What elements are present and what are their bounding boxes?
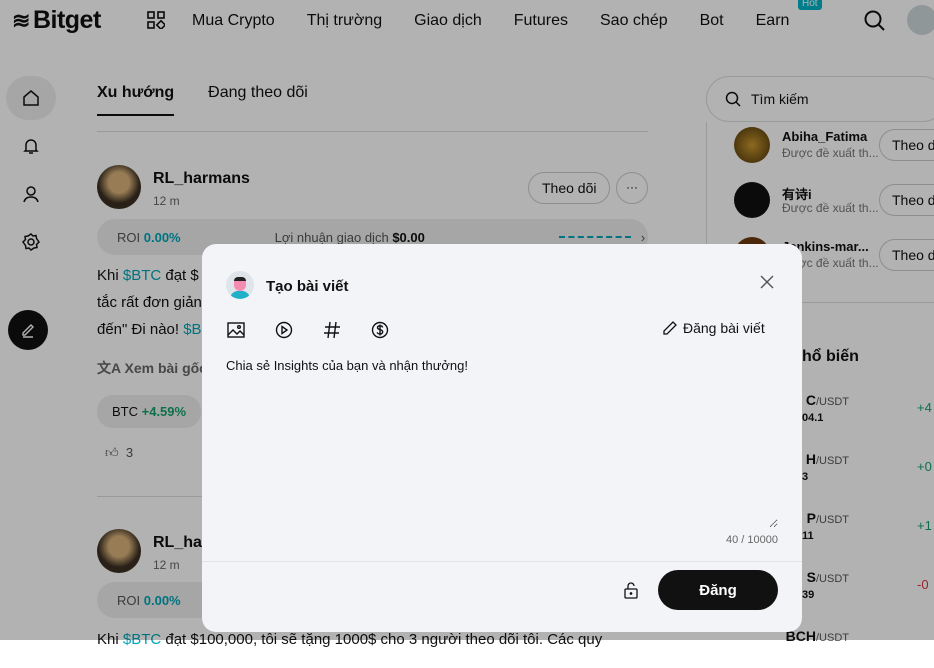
divider [202, 561, 802, 562]
hashtag-icon[interactable] [322, 320, 342, 340]
modal-title: Tạo bài viết [266, 278, 349, 295]
unlock-icon[interactable] [622, 581, 640, 599]
pen-icon [663, 321, 677, 335]
create-post-modal: Tạo bài viết Đăng bài viết Chia sẻ Insig… [202, 244, 802, 632]
close-icon[interactable] [759, 274, 775, 290]
submit-post-button[interactable]: Đăng [658, 570, 778, 610]
publish-article-button[interactable]: Đăng bài viết [662, 320, 765, 336]
post-content-input[interactable]: Chia sẻ Insights của bạn và nhận thưởng! [226, 358, 778, 528]
image-icon[interactable] [226, 320, 246, 340]
char-count: 40 / 10000 [726, 534, 778, 546]
user-avatar [226, 271, 254, 299]
video-icon[interactable] [274, 320, 294, 340]
dollar-coin-icon[interactable] [370, 320, 390, 340]
